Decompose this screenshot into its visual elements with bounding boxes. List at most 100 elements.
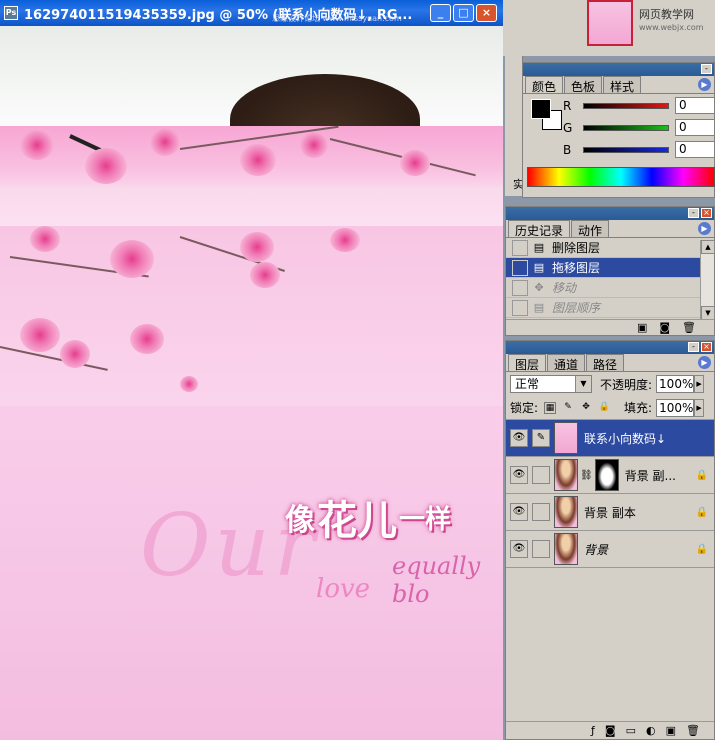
lock-position-icon[interactable]: ✥ xyxy=(580,402,592,414)
history-panel-header[interactable]: - × xyxy=(506,207,714,220)
tab-styles[interactable]: 样式 xyxy=(603,76,642,94)
adjustment-layer-icon[interactable]: ◐ xyxy=(646,724,656,737)
history-item-selected[interactable]: ▤ 拖移图层 xyxy=(506,258,714,278)
tab-history[interactable]: 历史记录 xyxy=(508,220,571,238)
layer-name[interactable]: 背景 副本 xyxy=(584,504,636,521)
tab-paths[interactable]: 路径 xyxy=(586,354,625,372)
slider-track-b[interactable] xyxy=(583,146,669,153)
opacity-input[interactable]: 100% xyxy=(656,375,695,393)
blend-mode-value: 正常 xyxy=(515,377,540,391)
layer-row[interactable]: 👁 背景 🔒 xyxy=(506,531,714,568)
layer-row[interactable]: 👁 ✎ 联系小向数码↓ xyxy=(506,420,714,457)
tab-swatches[interactable]: 色板 xyxy=(564,76,603,94)
slider-track-r[interactable] xyxy=(583,102,669,109)
tab-actions[interactable]: 动作 xyxy=(571,220,610,238)
history-scrollbar[interactable]: ▲ ▼ xyxy=(700,240,715,320)
color-panel: - 颜色 色板 样式 ▶ R 0 G 0 B 0 xyxy=(522,62,715,198)
image-canvas[interactable]: Our 像 花儿 一样 love equally blo xyxy=(0,26,503,740)
maximize-button[interactable]: □ xyxy=(453,4,474,22)
link-box[interactable] xyxy=(532,540,550,558)
history-snapshot-box[interactable] xyxy=(512,279,528,296)
link-box[interactable] xyxy=(532,503,550,521)
scroll-up-icon[interactable]: ▲ xyxy=(701,240,715,254)
trash-icon[interactable]: 🗑 xyxy=(686,724,700,737)
fill-input[interactable]: 100% xyxy=(656,398,695,417)
layer-row[interactable]: 👁 背景 副本 🔒 xyxy=(506,494,714,531)
opacity-arrow-icon[interactable]: ▶ xyxy=(694,375,705,393)
site-watermark: 网页教学网 www.webjx.com xyxy=(639,8,704,34)
lock-transparency-icon[interactable]: ▦ xyxy=(544,401,557,414)
panel-menu-arrow-icon[interactable]: ▶ xyxy=(698,356,711,369)
foreground-color-swatch[interactable] xyxy=(531,99,551,119)
link-box[interactable] xyxy=(532,466,550,484)
tab-channels[interactable]: 通道 xyxy=(547,354,586,372)
visibility-eye-icon[interactable]: 👁 xyxy=(510,503,528,521)
new-document-from-state-icon[interactable]: ▣ xyxy=(637,321,647,334)
add-mask-icon[interactable]: ◙ xyxy=(605,724,616,737)
history-step-icon: ▤ xyxy=(533,300,545,314)
visibility-eye-icon[interactable]: 👁 xyxy=(510,429,528,447)
fill-arrow-icon[interactable]: ▶ xyxy=(694,398,705,417)
slider-red[interactable]: R 0 xyxy=(563,97,715,114)
layer-name[interactable]: 联系小向数码↓ xyxy=(584,430,666,447)
brush-icon[interactable]: ✎ xyxy=(532,429,550,447)
history-snapshot-box[interactable] xyxy=(512,259,528,276)
minimize-button[interactable]: _ xyxy=(430,4,451,22)
new-group-folder-icon[interactable]: ▭ xyxy=(626,724,636,737)
history-item[interactable]: ✥ 移动 xyxy=(506,278,714,298)
lock-pixels-brush-icon[interactable]: ✎ xyxy=(562,402,574,414)
layer-name[interactable]: 背景 xyxy=(584,541,608,558)
photoshop-icon: Ps xyxy=(4,6,18,20)
value-g[interactable]: 0 xyxy=(675,119,715,136)
slider-track-g[interactable] xyxy=(583,124,669,131)
move-tool-icon: ✥ xyxy=(534,280,544,294)
panel-menu-arrow-icon[interactable]: ▶ xyxy=(698,78,711,91)
visibility-eye-icon[interactable]: 👁 xyxy=(510,540,528,558)
lock-all-icon[interactable]: 🔒 xyxy=(598,402,610,414)
tab-layers[interactable]: 图层 xyxy=(508,354,547,372)
navigator-thumbnail[interactable] xyxy=(587,0,633,46)
chevron-down-icon[interactable]: ▼ xyxy=(575,376,591,392)
layer-thumbnail[interactable] xyxy=(554,496,578,528)
slider-label-b: B xyxy=(563,142,572,157)
history-panel-tabs: 历史记录 动作 ▶ xyxy=(506,220,714,238)
chain-link-icon[interactable]: ⛓ xyxy=(580,470,593,481)
history-item[interactable]: ▤ 删除图层 xyxy=(506,238,714,258)
lock-icon: 🔒 xyxy=(695,506,708,518)
new-layer-icon[interactable]: ▣ xyxy=(666,724,676,737)
history-snapshot-box[interactable] xyxy=(512,239,528,256)
slider-green[interactable]: G 0 xyxy=(563,119,715,136)
panel-close-icon[interactable]: × xyxy=(701,208,712,218)
panel-minimize-icon[interactable]: - xyxy=(701,64,712,74)
layer-style-icon[interactable]: ƒ xyxy=(591,724,595,737)
layer-thumbnail[interactable] xyxy=(554,459,578,491)
history-snapshot-box[interactable] xyxy=(512,299,528,316)
slider-blue[interactable]: B 0 xyxy=(563,141,715,158)
tab-color[interactable]: 颜色 xyxy=(525,76,564,94)
blend-mode-select[interactable]: 正常 ▼ xyxy=(510,375,592,393)
color-spectrum-bar[interactable] xyxy=(527,167,715,187)
panel-column: 网页教学网 www.webjx.com 实色混合 库存 - 颜色 色板 样式 ▶… xyxy=(503,0,715,740)
history-item-label: 移动 xyxy=(552,281,577,295)
panel-close-icon[interactable]: × xyxy=(701,342,712,352)
scroll-down-icon[interactable]: ▼ xyxy=(701,306,715,320)
value-r[interactable]: 0 xyxy=(675,97,715,114)
watermark-title: 网页教学网 xyxy=(639,8,694,21)
snapshot-camera-icon[interactable]: ◙ xyxy=(659,321,670,334)
layer-mask-thumbnail[interactable] xyxy=(594,459,619,491)
close-button[interactable]: × xyxy=(476,4,497,22)
panel-menu-arrow-icon[interactable]: ▶ xyxy=(698,222,711,235)
document-titlebar[interactable]: Ps 162974011519435359.jpg @ 50% (联系小向数码↓… xyxy=(0,0,503,26)
layer-name[interactable]: 背景 副... xyxy=(625,467,676,484)
trash-icon[interactable]: 🗑 xyxy=(682,321,696,334)
visibility-eye-icon[interactable]: 👁 xyxy=(510,466,528,484)
history-item[interactable]: ▤ 图层顺序 xyxy=(506,298,714,318)
layer-row[interactable]: 👁 ⛓ 背景 副... 🔒 xyxy=(506,457,714,494)
panel-minimize-icon[interactable]: - xyxy=(688,342,699,352)
color-panel-header[interactable]: - xyxy=(523,63,714,76)
panel-minimize-icon[interactable]: - xyxy=(688,208,699,218)
value-b[interactable]: 0 xyxy=(675,141,715,158)
layer-thumbnail[interactable] xyxy=(554,422,578,454)
layer-thumbnail[interactable] xyxy=(554,533,578,565)
layers-panel-header[interactable]: - × xyxy=(506,341,714,354)
